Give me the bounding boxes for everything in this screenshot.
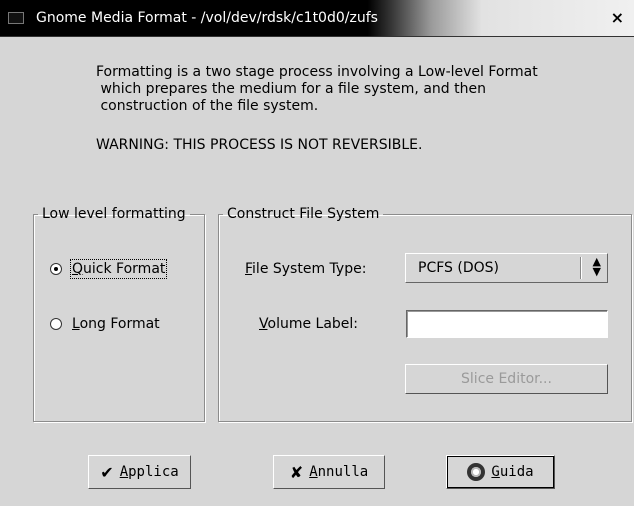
- window-menu-icon[interactable]: [8, 12, 24, 24]
- title-bar[interactable]: Gnome Media Format - /vol/dev/rdsk/c1t0d…: [0, 0, 634, 37]
- intro-line-3: construction of the file system.: [96, 98, 319, 114]
- volume-label-input[interactable]: [406, 310, 608, 338]
- cancel-label: Annulla: [309, 464, 369, 480]
- window-title: Gnome Media Format - /vol/dev/rdsk/c1t0d…: [36, 10, 378, 26]
- help-button[interactable]: Guida: [446, 455, 555, 489]
- intro-line-2: which prepares the medium for a file sys…: [96, 81, 486, 97]
- apply-label: Applica: [119, 464, 179, 480]
- intro-text: Formatting is a two stage process involv…: [96, 64, 538, 115]
- long-format-radio[interactable]: Long Format: [50, 316, 160, 332]
- lifebuoy-icon: [467, 463, 486, 481]
- fs-type-value: PCFS (DOS): [418, 260, 499, 276]
- construct-fs-legend: Construct File System: [227, 206, 380, 222]
- quick-format-radio[interactable]: Quick Format: [50, 259, 168, 279]
- checkmark-icon: ✔: [100, 462, 114, 482]
- slice-editor-button[interactable]: Slice Editor...: [405, 364, 608, 394]
- select-divider: [580, 257, 581, 279]
- x-icon: ✘: [289, 462, 304, 482]
- low-level-frame: Low level formatting: [33, 206, 205, 422]
- volume-label-label: Volume Label:: [259, 316, 359, 332]
- cancel-button[interactable]: ✘ Annulla: [273, 455, 385, 489]
- low-level-legend: Low level formatting: [42, 206, 186, 222]
- help-label: Guida: [491, 464, 534, 480]
- close-icon[interactable]: ×: [611, 8, 624, 27]
- radio-checked-icon[interactable]: [50, 263, 62, 275]
- apply-button[interactable]: ✔ Applica: [88, 455, 191, 489]
- quick-format-label: Quick Format: [69, 259, 168, 279]
- radio-unchecked-icon[interactable]: [50, 318, 62, 330]
- intro-line-1: Formatting is a two stage process involv…: [96, 64, 538, 80]
- fs-type-label: File System Type:: [245, 261, 367, 277]
- long-format-label: Long Format: [72, 316, 160, 332]
- warning-text: WARNING: THIS PROCESS IS NOT REVERSIBLE.: [96, 137, 423, 153]
- fs-type-select[interactable]: PCFS (DOS) ▲ ▼: [405, 253, 608, 283]
- updown-arrows-icon[interactable]: ▲ ▼: [593, 256, 601, 277]
